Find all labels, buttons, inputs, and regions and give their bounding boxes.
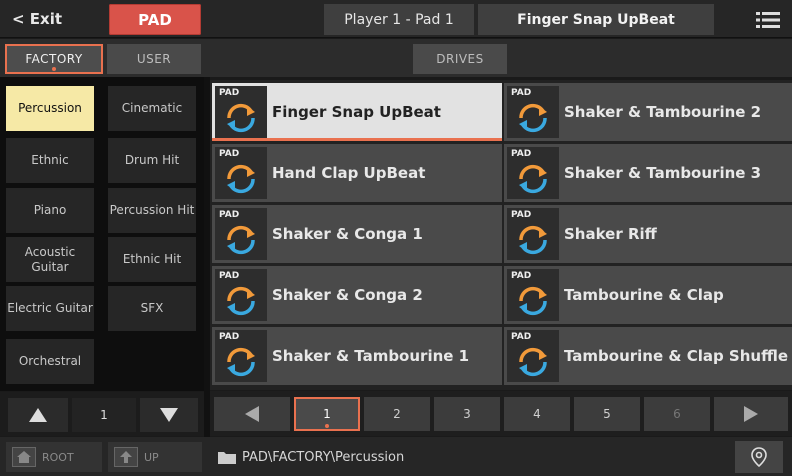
category-ethnic[interactable]: Ethnic [6, 138, 94, 183]
category-ethnic-hit[interactable]: Ethnic Hit [108, 237, 196, 282]
pad-tag: PAD [511, 210, 532, 220]
pad-tag: PAD [511, 88, 532, 98]
pad-name: Shaker & Tambourine 1 [272, 347, 470, 365]
root-button-label: ROOT [42, 450, 74, 464]
category-electric-guitar[interactable]: Electric Guitar [6, 286, 94, 331]
up-folder-icon [114, 447, 138, 467]
list-menu-icon[interactable] [748, 4, 788, 35]
pad-loop-icon: PAD [507, 147, 559, 199]
pad-item[interactable]: PAD Shaker & Conga 2 [212, 266, 502, 324]
location-pin-icon [751, 447, 767, 467]
tab-user[interactable]: USER [107, 44, 201, 74]
pad-item[interactable]: PAD Shaker & Tambourine 2 [504, 83, 792, 141]
tab-factory-label: FACTORY [25, 52, 83, 66]
pad-item[interactable]: PAD Finger Snap UpBeat [212, 83, 502, 141]
category-sfx[interactable]: SFX [108, 286, 196, 331]
triangle-right-icon [744, 406, 758, 422]
pad-name: Shaker & Conga 2 [272, 286, 423, 304]
home-folder-icon [12, 447, 36, 467]
pad-tag: PAD [511, 332, 532, 342]
category-percussion-hit[interactable]: Percussion Hit [108, 188, 196, 233]
category-page-down-button[interactable] [140, 398, 198, 432]
pad-item[interactable]: PAD Tambourine & Clap [504, 266, 792, 324]
current-path: PAD\FACTORY\Percussion [218, 442, 404, 472]
current-pad-name: Finger Snap UpBeat [478, 4, 714, 35]
pad-loop-icon: PAD [215, 269, 267, 321]
up-button-label: UP [144, 450, 159, 464]
pad-tag: PAD [219, 271, 240, 281]
pad-name: Hand Clap UpBeat [272, 164, 426, 182]
category-panel: Percussion Cinematic Ethnic Drum Hit Pia… [0, 77, 204, 391]
category-cinematic[interactable]: Cinematic [108, 86, 196, 131]
pad-item[interactable]: PAD Shaker Riff [504, 205, 792, 263]
pad-name: Tambourine & Clap [564, 286, 724, 304]
pad-loop-icon: PAD [215, 147, 267, 199]
folder-icon [218, 452, 236, 464]
root-button[interactable]: ROOT [6, 442, 102, 472]
pad-name: Shaker & Tambourine 2 [564, 103, 762, 121]
triangle-left-icon [245, 406, 259, 422]
category-page-number: 1 [72, 398, 136, 432]
page-button-2[interactable]: 2 [364, 397, 430, 431]
pad-item[interactable]: PAD Hand Clap UpBeat [212, 144, 502, 202]
page-button-1-label: 1 [323, 407, 331, 421]
category-piano[interactable]: Piano [6, 188, 94, 233]
page-button-6[interactable]: 6 [644, 397, 710, 431]
category-page-up-button[interactable] [8, 398, 68, 432]
category-acoustic-guitar[interactable]: Acoustic Guitar [6, 237, 94, 282]
pad-tag: PAD [511, 149, 532, 159]
page-next-button[interactable] [714, 397, 788, 431]
category-orchestral[interactable]: Orchestral [6, 339, 94, 384]
tab-drives[interactable]: DRIVES [413, 44, 507, 74]
pad-loop-icon: PAD [215, 330, 267, 382]
pad-item[interactable]: PAD Shaker & Tambourine 3 [504, 144, 792, 202]
page-button-3[interactable]: 3 [434, 397, 500, 431]
pad-item[interactable]: PAD Shaker & Conga 1 [212, 205, 502, 263]
pad-tag: PAD [219, 332, 240, 342]
pad-name: Shaker Riff [564, 225, 657, 243]
pad-name: Finger Snap UpBeat [272, 103, 441, 121]
pad-tag: PAD [219, 149, 240, 159]
pad-tag: PAD [219, 210, 240, 220]
pad-tag: PAD [219, 88, 240, 98]
pad-item[interactable]: PAD Tambourine & Clap Shuffle [504, 327, 792, 385]
pad-loop-icon: PAD [507, 330, 559, 382]
page-button-1[interactable]: 1 [294, 397, 360, 431]
pad-tag: PAD [511, 271, 532, 281]
up-button[interactable]: UP [108, 442, 202, 472]
category-percussion[interactable]: Percussion [6, 86, 94, 131]
pad-list: PAD Finger Snap UpBeat PAD Shaker & Tambour… [210, 80, 792, 390]
exit-button[interactable]: < Exit [0, 0, 100, 38]
page-button-5[interactable]: 5 [574, 397, 640, 431]
page-prev-button[interactable] [214, 397, 290, 431]
selected-dot [325, 424, 329, 428]
location-pin-button[interactable] [735, 441, 783, 473]
pad-loop-icon: PAD [507, 269, 559, 321]
path-text: PAD\FACTORY\Percussion [242, 449, 405, 465]
player-pad-label[interactable]: Player 1 - Pad 1 [324, 4, 474, 35]
category-drum-hit[interactable]: Drum Hit [108, 138, 196, 183]
pad-name: Shaker & Conga 1 [272, 225, 423, 243]
pad-name: Shaker & Tambourine 3 [564, 164, 762, 182]
pad-name: Tambourine & Clap Shuffle [564, 347, 788, 365]
pad-loop-icon: PAD [507, 208, 559, 260]
mode-button[interactable]: PAD [109, 4, 201, 35]
pad-item[interactable]: PAD Shaker & Tambourine 1 [212, 327, 502, 385]
pad-loop-icon: PAD [215, 208, 267, 260]
pad-loop-icon: PAD [507, 86, 559, 138]
pad-loop-icon: PAD [215, 86, 267, 138]
page-button-4[interactable]: 4 [504, 397, 570, 431]
triangle-up-icon [29, 408, 47, 422]
selected-dot [52, 67, 56, 71]
triangle-down-icon [160, 408, 178, 422]
tab-factory[interactable]: FACTORY [5, 44, 103, 74]
